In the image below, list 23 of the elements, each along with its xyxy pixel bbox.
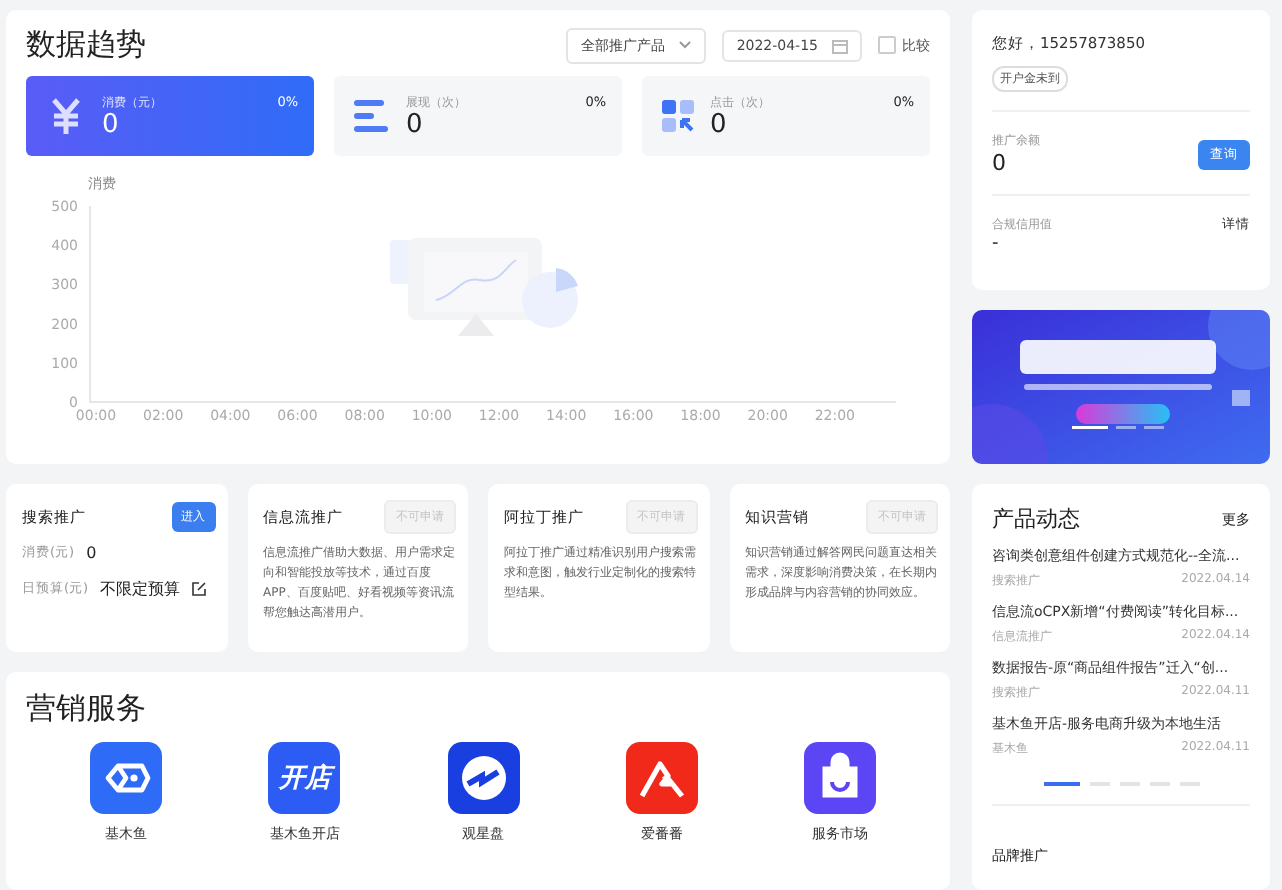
section-title: 营销服务 — [26, 690, 146, 726]
app-icon[interactable]: 开店 — [268, 742, 341, 814]
chevron-icon — [678, 40, 693, 50]
compare-checkbox[interactable] — [878, 36, 896, 54]
section-title: 产品动态 — [992, 504, 1080, 534]
shopping-bag-icon[interactable] — [804, 742, 876, 814]
credit-value: - — [992, 234, 1001, 254]
calendar-icon — [832, 37, 848, 53]
bars-icon — [354, 100, 390, 132]
balance-value: 0 — [992, 150, 1008, 176]
stat-value: 0 — [102, 111, 121, 139]
section-title: 数据趋势 — [26, 26, 146, 64]
stat-value: 0 — [406, 111, 425, 139]
yuan-icon — [46, 96, 86, 136]
fish-icon[interactable] — [90, 742, 162, 814]
dial-icon[interactable] — [447, 742, 519, 814]
edit-icon[interactable] — [192, 582, 207, 596]
grid-icon — [662, 100, 694, 132]
page-indicator[interactable] — [1043, 782, 1079, 786]
peak-icon[interactable] — [625, 742, 698, 814]
stat-value: 0 — [710, 111, 729, 139]
field-value: 0 — [86, 544, 97, 562]
field-value: 不限定预算 — [100, 578, 181, 600]
